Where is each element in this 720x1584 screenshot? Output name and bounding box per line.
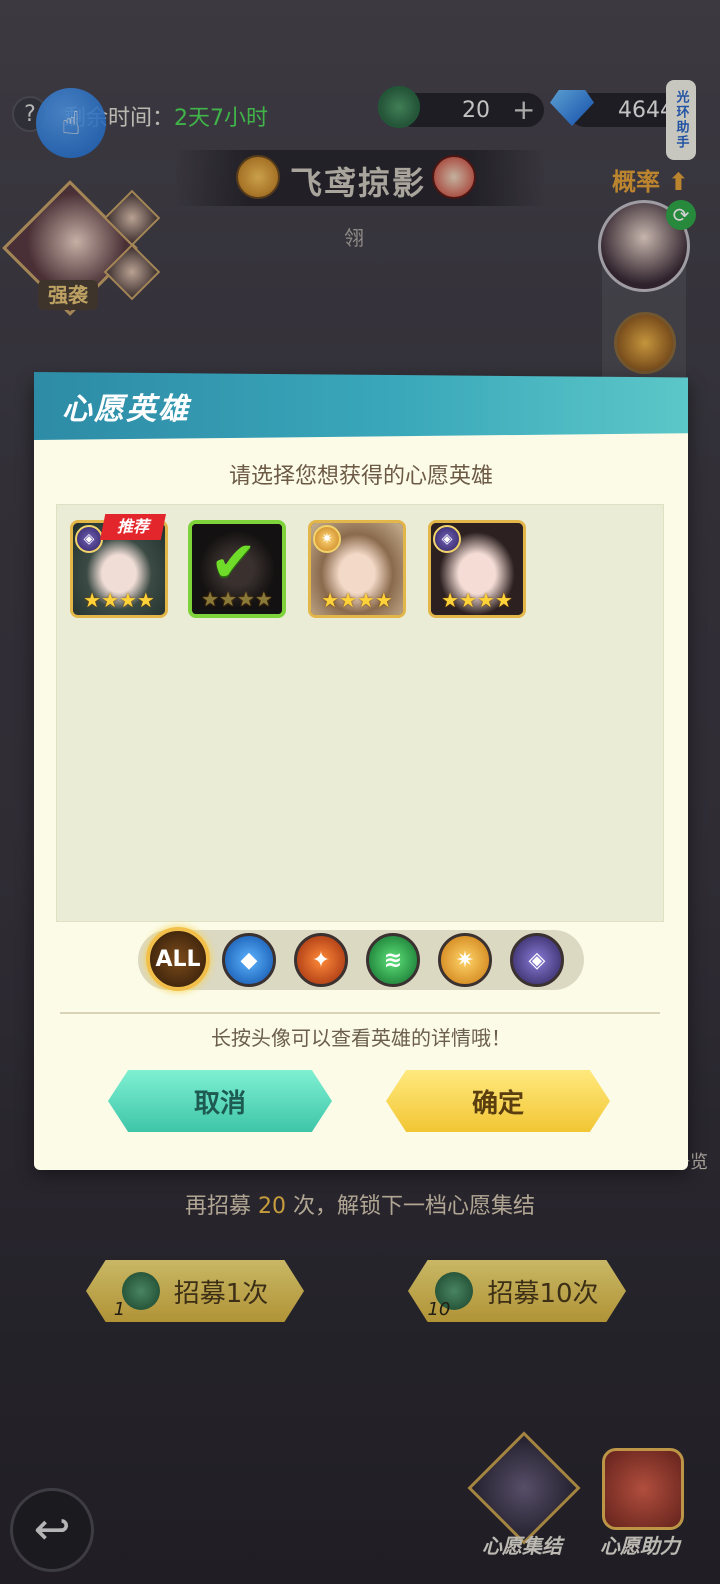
cancel-button[interactable]: 取消 [108, 1070, 332, 1132]
hero-card-3[interactable]: ✷ ★★★★ [308, 520, 406, 618]
filter-dark-icon[interactable]: ◈ [510, 933, 564, 987]
filter-light-icon[interactable]: ✷ [438, 933, 492, 987]
dialog-prompt: 请选择您想获得的心愿英雄 [228, 464, 493, 489]
dark-camp-icon: ◈ [75, 525, 103, 553]
light-camp-icon: ✷ [313, 525, 341, 553]
dialog-title: 心愿英雄 [62, 392, 190, 427]
long-press-tip: 长按头像可以查看英雄的详情哦！ [211, 1026, 511, 1050]
dark-camp-icon: ◈ [433, 525, 461, 553]
filter-water-icon[interactable]: ◆ [222, 933, 276, 987]
star-rating: ★★★★ [83, 588, 155, 612]
divider [60, 1012, 660, 1014]
recommend-tag: 推荐 [100, 514, 166, 540]
filter-all-button[interactable]: ALL [146, 927, 210, 991]
star-rating: ★★★★ [321, 588, 393, 612]
filter-fire-icon[interactable]: ✦ [294, 933, 348, 987]
hero-card-4[interactable]: ◈ ★★★★ [428, 520, 526, 618]
check-icon: ✔ [210, 530, 257, 595]
star-rating: ★★★★ [441, 588, 513, 612]
confirm-button[interactable]: 确定 [386, 1070, 610, 1132]
filter-wind-icon[interactable]: ≋ [366, 933, 420, 987]
